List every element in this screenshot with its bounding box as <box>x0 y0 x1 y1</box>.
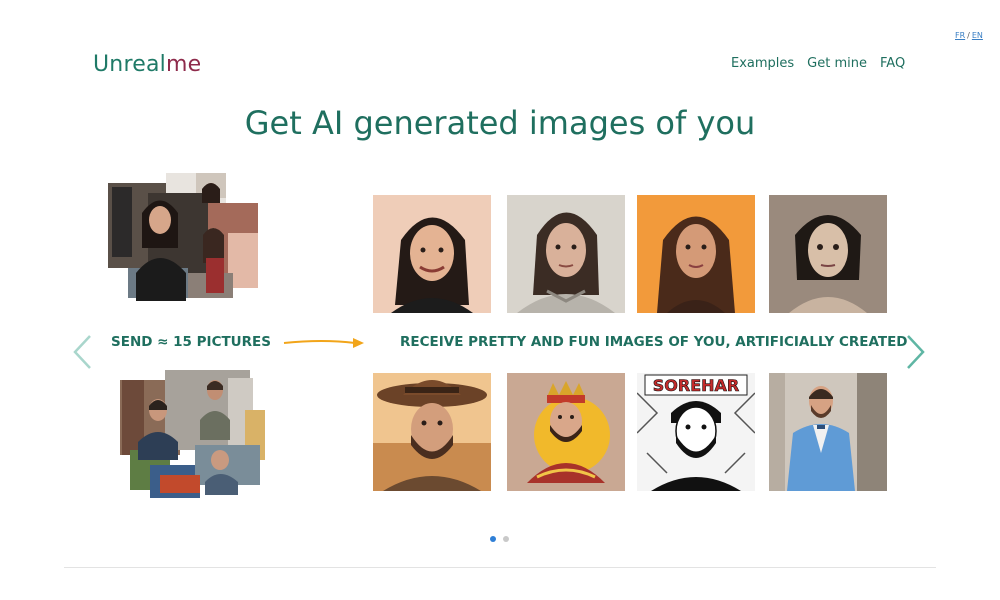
portrait-woman-orange <box>637 195 755 313</box>
chevron-right-icon <box>907 335 925 369</box>
portrait-man-coloring-book: SOREHAR <box>637 373 755 491</box>
logo-part-me: me <box>165 52 202 77</box>
chevron-left-icon <box>73 335 91 369</box>
lang-en-link[interactable]: EN <box>972 31 983 40</box>
nav-faq[interactable]: FAQ <box>880 56 905 71</box>
main-nav: Examples Get mine FAQ <box>731 56 905 71</box>
portrait-man-king <box>507 373 625 491</box>
portrait-woman-smiling <box>373 195 491 313</box>
arrow-right-icon <box>283 335 365 354</box>
coloring-book-title: SOREHAR <box>653 376 739 395</box>
nav-examples[interactable]: Examples <box>731 56 794 71</box>
portrait-man-blue-suit <box>769 373 887 491</box>
section-divider <box>64 567 936 568</box>
carousel-prev-arrow[interactable] <box>72 334 92 370</box>
carousel-next-arrow[interactable] <box>906 334 926 370</box>
carousel-dot-2[interactable] <box>503 536 509 542</box>
input-photos-collage-woman <box>108 173 263 301</box>
logo-part-unreal: Unreal <box>93 52 166 77</box>
receive-images-label: RECEIVE PRETTY AND FUN IMAGES OF YOU, AR… <box>400 334 908 350</box>
portrait-woman-armor <box>507 195 625 313</box>
send-pictures-label: SEND ≈ 15 PICTURES <box>111 334 271 350</box>
nav-get-mine[interactable]: Get mine <box>807 56 867 71</box>
logo[interactable]: Unrealme <box>93 52 201 77</box>
page-title: Get AI generated images of you <box>244 104 756 142</box>
lang-separator: / <box>967 31 970 40</box>
input-photos-collage-man <box>120 370 265 498</box>
portrait-man-cowboy <box>373 373 491 491</box>
carousel-dot-1[interactable] <box>490 536 496 542</box>
carousel-pagination <box>490 536 509 542</box>
language-switcher: FR / EN <box>955 31 983 40</box>
lang-fr-link[interactable]: FR <box>955 31 965 40</box>
portrait-woman-gothic <box>769 195 887 313</box>
